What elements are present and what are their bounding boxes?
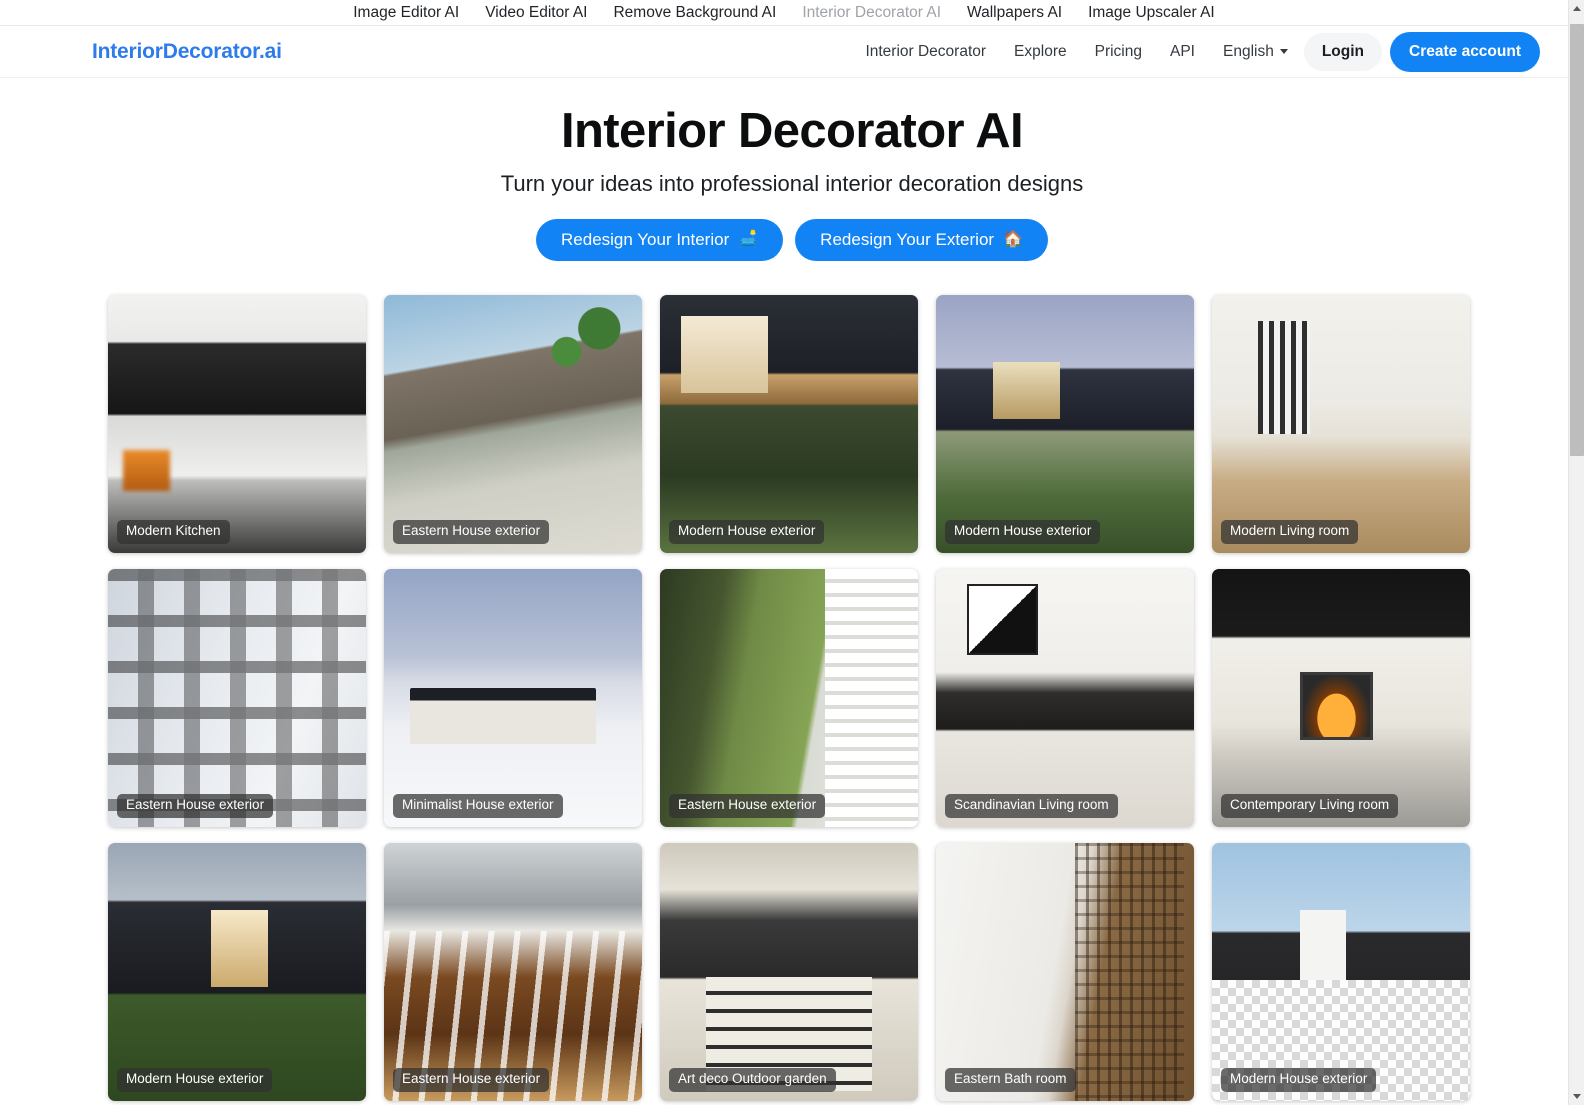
- navbar-right-group: Interior Decorator Explore Pricing API Engl…: [851, 31, 1540, 72]
- gallery-card[interactable]: Eastern Bath room: [936, 842, 1194, 1101]
- page-scrollbar[interactable]: [1568, 0, 1584, 1105]
- gallery-image: [936, 294, 1194, 553]
- gallery-card[interactable]: Modern House exterior: [660, 294, 918, 553]
- scroll-up-arrow-icon[interactable]: [1569, 0, 1584, 17]
- design-gallery-grid: Modern Kitchen Eastern House exterior Mode…: [108, 261, 1476, 1101]
- gallery-card[interactable]: Modern Kitchen: [108, 294, 366, 553]
- house-icon: 🏠: [1003, 230, 1023, 248]
- gallery-card-caption: Modern Kitchen: [117, 520, 230, 544]
- product-link-2[interactable]: Remove Background AI: [613, 5, 776, 21]
- site-logo[interactable]: InteriorDecorator.ai: [92, 40, 282, 64]
- gallery-image: [108, 294, 366, 553]
- gallery-card-caption: Modern House exterior: [117, 1068, 273, 1092]
- page-title: Interior Decorator AI: [560, 104, 1024, 158]
- gallery-card-caption: Minimalist House exterior: [393, 794, 563, 818]
- language-label: English: [1222, 42, 1274, 60]
- gallery-card-caption: Eastern House exterior: [393, 1068, 550, 1092]
- gallery-card-caption: Modern Living room: [1221, 520, 1359, 544]
- gallery-card[interactable]: Eastern House exterior: [660, 568, 918, 827]
- gallery-image: [1212, 568, 1470, 827]
- gallery-image: [936, 568, 1194, 827]
- gallery-card[interactable]: Eastern House exterior: [384, 294, 642, 553]
- gallery-image: [384, 568, 642, 827]
- nav-link-1[interactable]: Explore: [1000, 44, 1081, 60]
- product-link-5[interactable]: Image Upscaler AI: [1088, 5, 1215, 21]
- gallery-card-caption: Eastern House exterior: [669, 794, 826, 818]
- product-switcher-bar: Image Editor AI Video Editor AI Remove Bac…: [0, 0, 1568, 26]
- login-button[interactable]: Login: [1303, 32, 1383, 71]
- gallery-card[interactable]: Modern House exterior: [1212, 842, 1470, 1101]
- gallery-card-caption: Modern House exterior: [669, 520, 825, 544]
- gallery-card-caption: Art deco Outdoor garden: [669, 1068, 836, 1092]
- product-link-0[interactable]: Image Editor AI: [353, 5, 459, 21]
- hero-section: Interior Decorator AI Turn your ideas in…: [0, 78, 1584, 261]
- gallery-image: [108, 568, 366, 827]
- hero-actions: Redesign Your Interior 🛋️ Redesign Your …: [0, 218, 1584, 261]
- gallery-image: [936, 842, 1194, 1101]
- gallery-card[interactable]: Minimalist House exterior: [384, 568, 642, 827]
- product-link-1[interactable]: Video Editor AI: [485, 5, 587, 21]
- gallery-card-caption: Modern House exterior: [945, 520, 1101, 544]
- gallery-card[interactable]: Modern Living room: [1212, 294, 1470, 553]
- redesign-exterior-button[interactable]: Redesign Your Exterior 🏠: [795, 218, 1048, 261]
- gallery-image: [108, 842, 366, 1101]
- nav-link-0[interactable]: Interior Decorator: [851, 44, 1000, 60]
- gallery-card[interactable]: Contemporary Living room: [1212, 568, 1470, 827]
- chevron-down-icon: [1279, 49, 1288, 54]
- gallery-card-caption: Eastern House exterior: [393, 520, 550, 544]
- gallery-image: [660, 568, 918, 827]
- create-account-button[interactable]: Create account: [1390, 31, 1540, 72]
- gallery-card-caption: Scandinavian Living room: [945, 794, 1118, 818]
- gallery-card[interactable]: Art deco Outdoor garden: [660, 842, 918, 1101]
- gallery-card[interactable]: Modern House exterior: [108, 842, 366, 1101]
- redesign-exterior-label: Redesign Your Exterior: [820, 229, 995, 249]
- gallery-card[interactable]: Eastern House exterior: [108, 568, 366, 827]
- gallery-card-caption: Eastern House exterior: [117, 794, 274, 818]
- gallery-image: [384, 294, 642, 553]
- browser-viewport: Image Editor AI Video Editor AI Remove Bac…: [0, 0, 1584, 1105]
- gallery-image: [1212, 294, 1470, 553]
- gallery-card[interactable]: Eastern House exterior: [384, 842, 642, 1101]
- gallery-image: [660, 294, 918, 553]
- gallery-card[interactable]: Modern House exterior: [936, 294, 1194, 553]
- gallery-card-caption: Eastern Bath room: [945, 1068, 1076, 1092]
- gallery-image: [384, 842, 642, 1101]
- redesign-interior-label: Redesign Your Interior: [561, 229, 730, 249]
- gallery-image: [660, 842, 918, 1101]
- couch-icon: 🛋️: [738, 230, 759, 248]
- gallery-card-caption: Modern House exterior: [1221, 1068, 1377, 1092]
- product-link-4[interactable]: Wallpapers AI: [967, 5, 1062, 21]
- gallery-card-caption: Contemporary Living room: [1221, 794, 1399, 818]
- scroll-down-arrow-icon[interactable]: [1569, 1088, 1584, 1105]
- scrollbar-thumb[interactable]: [1570, 24, 1584, 456]
- nav-link-2[interactable]: Pricing: [1081, 44, 1156, 60]
- main-navbar: InteriorDecorator.ai Interior Decorator E…: [0, 26, 1568, 78]
- product-link-3[interactable]: Interior Decorator AI: [802, 5, 941, 21]
- language-selector[interactable]: English: [1209, 43, 1298, 61]
- page-subtitle: Turn your ideas into professional interi…: [500, 170, 1084, 196]
- nav-link-3[interactable]: API: [1156, 44, 1209, 60]
- redesign-interior-button[interactable]: Redesign Your Interior 🛋️: [536, 218, 784, 261]
- gallery-card[interactable]: Scandinavian Living room: [936, 568, 1194, 827]
